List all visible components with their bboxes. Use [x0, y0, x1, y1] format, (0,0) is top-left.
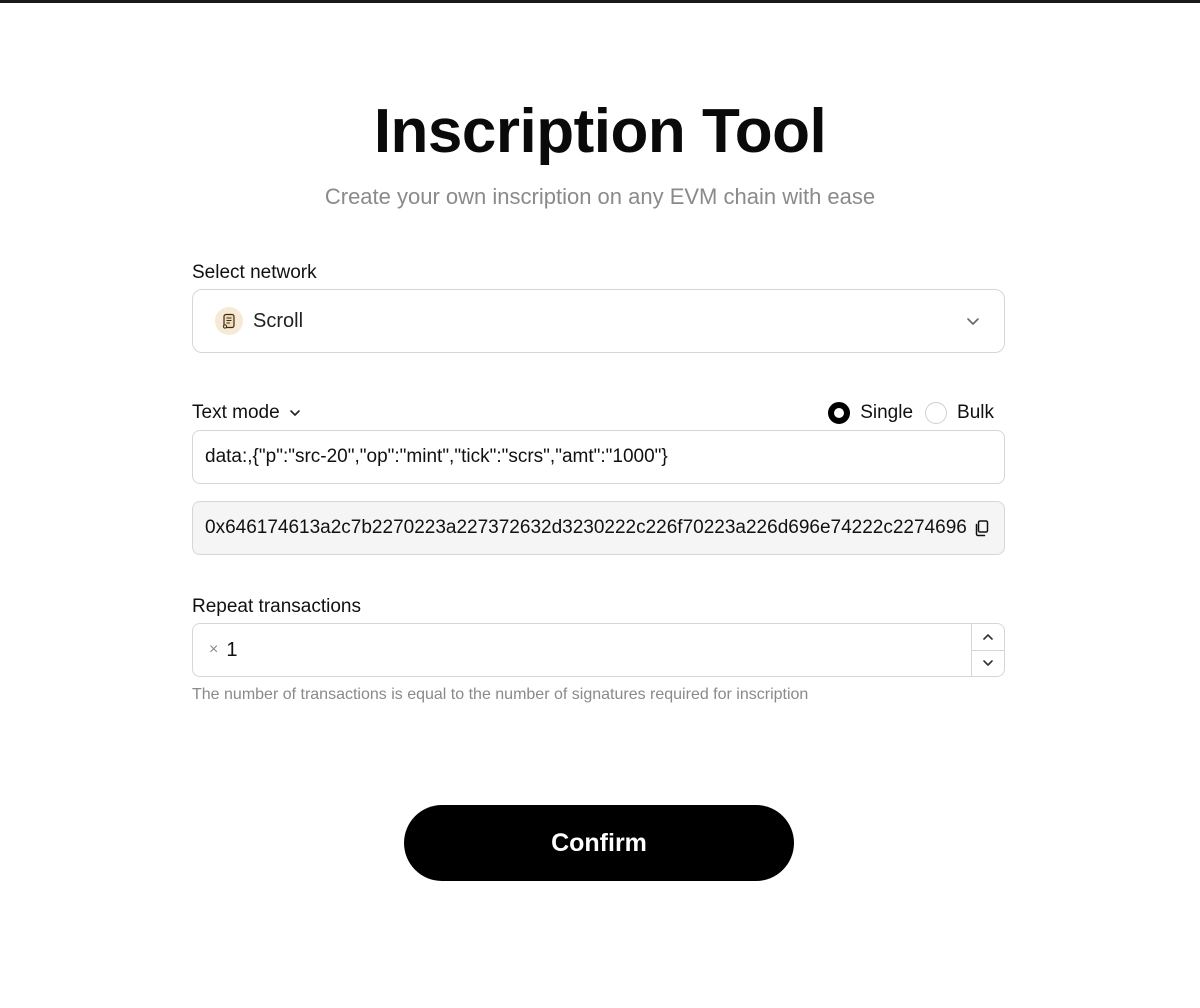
repeat-quantity-field[interactable]: × 1 [193, 624, 971, 676]
inscription-tool-page: Inscription Tool Create your own inscrip… [0, 0, 1200, 1008]
hex-output-field: 0x646174613a2c7b2270223a227372632d323022… [192, 501, 1005, 555]
stepper-controls [971, 624, 1004, 676]
repeat-helper-text: The number of transactions is equal to t… [192, 686, 809, 703]
decrement-button[interactable] [972, 649, 1004, 677]
chevron-down-icon [967, 318, 979, 325]
mode-radio-group: Single Bulk [826, 399, 994, 427]
copy-icon[interactable] [972, 518, 992, 538]
text-mode-toggle[interactable]: Text mode [192, 400, 302, 426]
radio-bulk[interactable]: Bulk [925, 402, 994, 424]
chevron-down-icon [289, 410, 300, 416]
page-subtitle: Create your own inscription on any EVM c… [324, 184, 876, 209]
confirm-button[interactable]: Confirm [404, 805, 794, 881]
increment-button[interactable] [972, 624, 1004, 650]
repeat-quantity-value: 1 [226, 638, 238, 661]
radio-single-label: Single [860, 402, 914, 423]
repeat-transactions-label: Repeat transactions [192, 596, 361, 617]
text-mode-label: Text mode [192, 402, 280, 423]
times-prefix: × [209, 641, 219, 658]
inscription-data-input[interactable] [192, 430, 1005, 484]
selected-network-name: Scroll [253, 309, 304, 332]
scroll-icon [215, 307, 243, 335]
repeat-quantity-stepper[interactable]: × 1 [192, 623, 1005, 677]
radio-single-indicator[interactable] [828, 402, 851, 424]
network-select[interactable]: Scroll [192, 289, 1005, 353]
page-title: Inscription Tool [373, 97, 827, 166]
chevron-up-icon [983, 633, 993, 640]
hex-output-value: 0x646174613a2c7b2270223a227372632d323022… [205, 517, 966, 538]
chevron-down-icon [983, 660, 993, 667]
top-border [0, 0, 1200, 3]
radio-single[interactable]: Single [828, 402, 913, 424]
radio-bulk-label: Bulk [957, 402, 994, 423]
select-network-label: Select network [192, 262, 317, 283]
radio-bulk-indicator[interactable] [925, 402, 948, 424]
